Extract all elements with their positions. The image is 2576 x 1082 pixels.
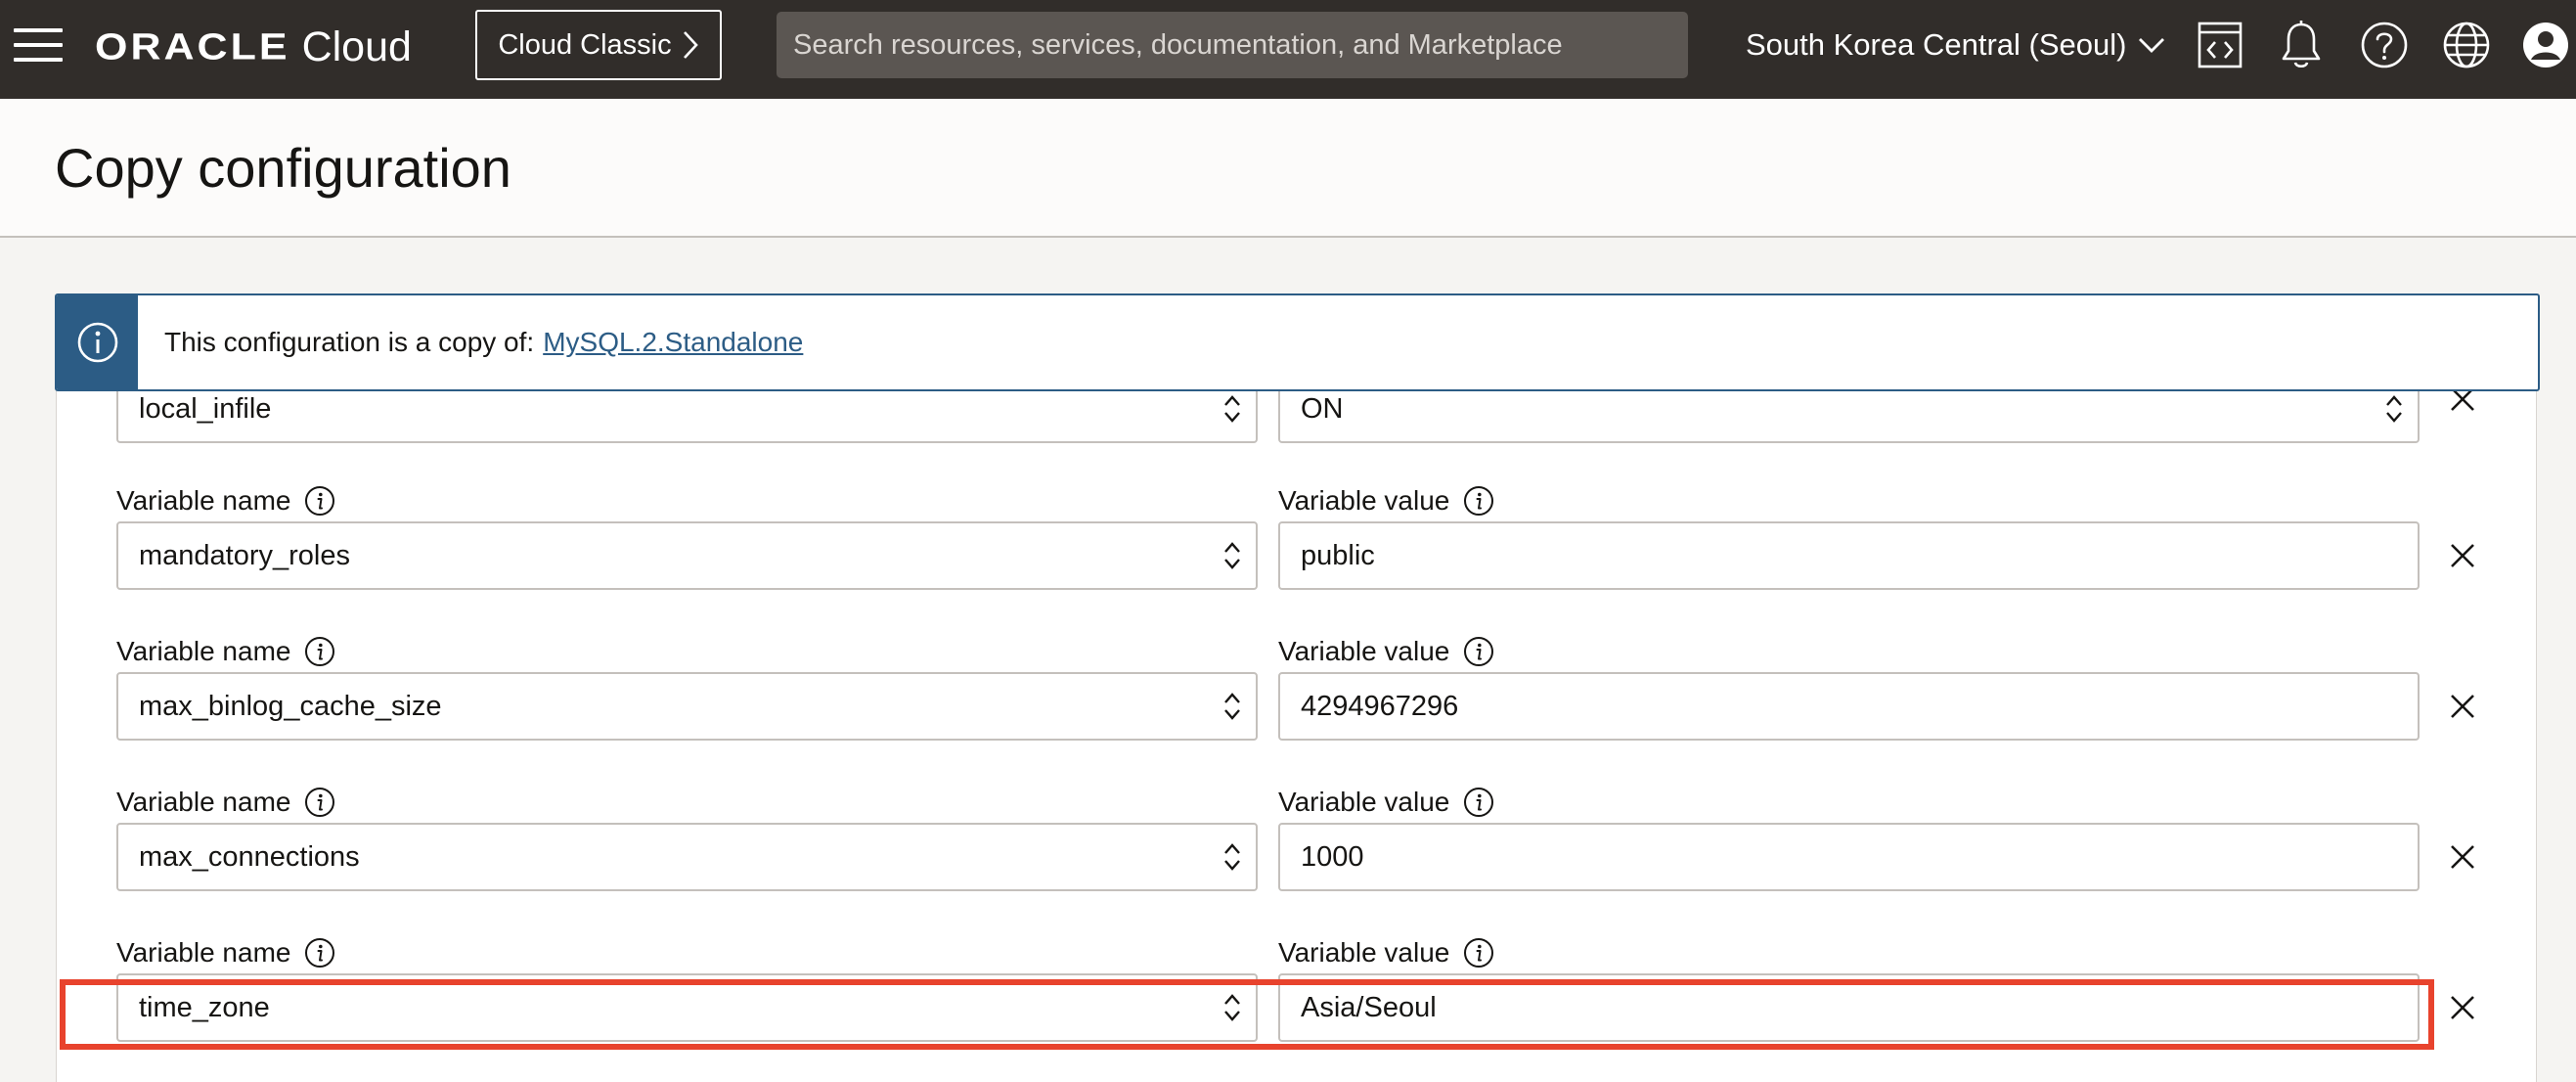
variable-row: Variable name Variable value max_connect… <box>57 787 2536 937</box>
cloud-classic-button[interactable]: Cloud Classic <box>475 10 722 80</box>
variable-value-text: public <box>1301 539 1375 571</box>
variable-value-label-text: Variable value <box>1278 937 1450 968</box>
info-icon[interactable] <box>1463 636 1494 667</box>
variable-name-value: max_binlog_cache_size <box>139 690 442 722</box>
chevron-down-icon <box>2139 38 2165 53</box>
source-configuration-link[interactable]: MySQL.2.Standalone <box>543 327 803 358</box>
info-banner: This configuration is a copy of: MySQL.2… <box>55 293 2540 391</box>
select-stepper-icon <box>1224 395 1240 423</box>
variable-value-label: Variable value <box>1278 636 1494 667</box>
close-icon <box>2451 544 2474 567</box>
variables-panel: local_infile ON Variable name Variable v… <box>56 372 2537 1082</box>
info-icon <box>77 322 117 363</box>
variable-name-value: time_zone <box>139 991 270 1023</box>
chevron-right-icon <box>683 31 698 59</box>
info-icon[interactable] <box>1463 485 1494 517</box>
variable-value-input[interactable]: 1000 <box>1278 823 2420 891</box>
select-stepper-icon <box>1224 994 1240 1021</box>
variable-value-text: ON <box>1301 392 1344 425</box>
info-icon[interactable] <box>304 636 335 667</box>
variable-name-label: Variable name <box>116 787 335 818</box>
variable-value-label: Variable value <box>1278 787 1494 818</box>
region-selector[interactable]: South Korea Central (Seoul) <box>1746 25 2165 65</box>
close-icon <box>2451 996 2474 1019</box>
variable-name-label-text: Variable name <box>116 485 291 516</box>
variable-name-value: local_infile <box>139 392 272 425</box>
select-stepper-icon <box>1224 843 1240 871</box>
variable-row: Variable name Variable value mandatory_r… <box>57 485 2536 636</box>
user-profile-icon[interactable] <box>2521 18 2570 72</box>
globe-icon[interactable] <box>2439 18 2494 72</box>
variable-name-label-text: Variable name <box>116 636 291 666</box>
variable-name-value: max_connections <box>139 840 360 873</box>
info-icon[interactable] <box>304 485 335 517</box>
remove-variable-button[interactable] <box>2440 985 2485 1030</box>
info-icon[interactable] <box>304 787 335 818</box>
logo-brand-primary: ORACLE <box>95 25 290 68</box>
variable-name-select[interactable]: max_connections <box>116 823 1258 891</box>
variable-name-label: Variable name <box>116 636 335 667</box>
bell-icon[interactable] <box>2274 18 2329 72</box>
select-stepper-icon <box>1224 542 1240 569</box>
variable-value-text: 4294967296 <box>1301 690 1459 722</box>
cloud-classic-label: Cloud Classic <box>498 28 672 61</box>
variable-name-label-text: Variable name <box>116 787 291 817</box>
variable-value-input[interactable]: Asia/Seoul <box>1278 973 2420 1042</box>
variable-value-label: Variable value <box>1278 937 1494 969</box>
page-title: Copy configuration <box>55 137 511 199</box>
code-editor-icon[interactable] <box>2193 18 2247 72</box>
variable-name-label-text: Variable name <box>116 937 291 968</box>
close-icon <box>2451 845 2474 869</box>
remove-variable-button[interactable] <box>2440 684 2485 729</box>
variable-value-label-text: Variable value <box>1278 787 1450 817</box>
select-stepper-icon <box>2386 395 2402 423</box>
top-navigation-bar: ORACLE Cloud Cloud Classic Search resour… <box>0 0 2576 99</box>
page-header: Copy configuration <box>0 99 2576 238</box>
region-label: South Korea Central (Seoul) <box>1746 27 2127 62</box>
variable-value-input[interactable]: 4294967296 <box>1278 672 2420 741</box>
banner-text: This configuration is a copy of: <box>164 327 535 357</box>
menu-icon[interactable] <box>14 25 63 65</box>
info-icon[interactable] <box>1463 787 1494 818</box>
select-stepper-icon <box>1224 693 1240 720</box>
variable-name-value: mandatory_roles <box>139 539 350 571</box>
remove-variable-button[interactable] <box>2440 533 2485 578</box>
remove-variable-button[interactable] <box>2440 834 2485 879</box>
variable-value-label-text: Variable value <box>1278 636 1450 666</box>
variable-name-select[interactable]: time_zone <box>116 973 1258 1042</box>
variable-value-input[interactable]: public <box>1278 521 2420 590</box>
variable-name-label: Variable name <box>116 485 335 517</box>
info-icon[interactable] <box>1463 937 1494 969</box>
banner-icon-area <box>57 295 138 389</box>
help-icon[interactable] <box>2357 18 2412 72</box>
variable-name-label: Variable name <box>116 937 335 969</box>
variable-name-select[interactable]: mandatory_roles <box>116 521 1258 590</box>
variable-value-text: 1000 <box>1301 840 1364 873</box>
variable-value-label-text: Variable value <box>1278 485 1450 516</box>
info-icon[interactable] <box>304 937 335 969</box>
variable-row: Variable name Variable value time_zone A… <box>57 937 2536 1082</box>
search-placeholder: Search resources, services, documentatio… <box>793 28 1563 61</box>
variable-row: Variable name Variable value max_binlog_… <box>57 636 2536 787</box>
oracle-cloud-logo[interactable]: ORACLE Cloud <box>95 20 412 74</box>
variable-value-text: Asia/Seoul <box>1301 991 1437 1023</box>
variable-value-label: Variable value <box>1278 485 1494 517</box>
logo-brand-secondary: Cloud <box>301 23 412 70</box>
close-icon <box>2451 695 2474 718</box>
variable-name-select[interactable]: max_binlog_cache_size <box>116 672 1258 741</box>
search-input[interactable]: Search resources, services, documentatio… <box>777 12 1688 78</box>
